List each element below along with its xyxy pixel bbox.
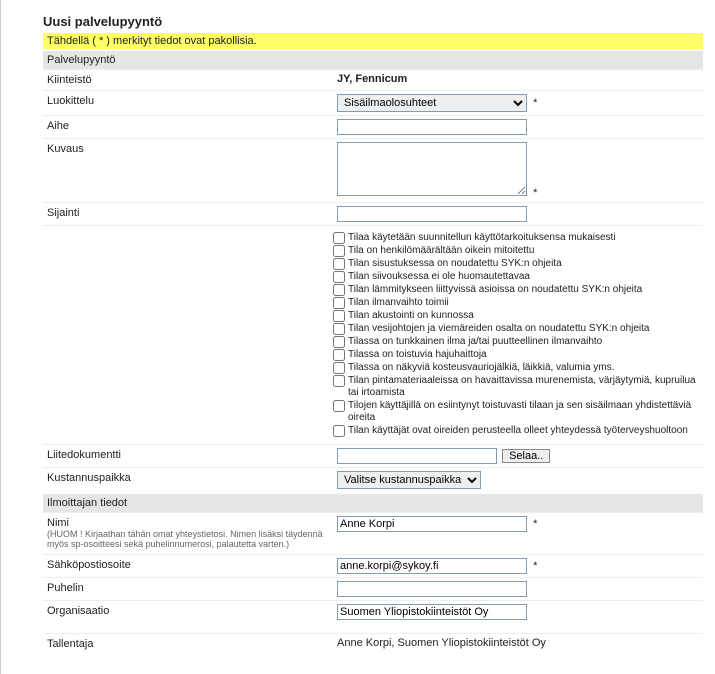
checklist-label: Tilan lämmitykseen liittyvissä asioissa …	[348, 284, 642, 296]
checklist-checkbox[interactable]	[333, 425, 345, 437]
checklist-checkbox[interactable]	[333, 284, 345, 296]
sijainti-input[interactable]	[337, 206, 527, 222]
checklist-item: Tilassa on näkyviä kosteusvauriojälkiä, …	[333, 362, 703, 375]
checklist-item: Tilaa käytetään suunnitellun käyttötarko…	[333, 232, 703, 245]
required-star: *	[533, 518, 537, 530]
browse-button[interactable]: Selaa..	[502, 449, 550, 463]
row-sijainti: Sijainti	[43, 202, 703, 225]
checklist-checkbox[interactable]	[333, 400, 345, 412]
page-title: Uusi palvelupyyntö	[43, 14, 703, 29]
label-aihe: Aihe	[43, 118, 333, 134]
checklist-item: Tilan vesijohtojen ja viemäreiden osalta…	[333, 323, 703, 336]
checklist-item: Tilan akustointi on kunnossa	[333, 310, 703, 323]
checklist-checkbox[interactable]	[333, 349, 345, 361]
row-tallentaja: Tallentaja Anne Korpi, Suomen Yliopistok…	[43, 633, 703, 654]
row-kustannus: Kustannuspaikka Valitse kustannuspaikka	[43, 467, 703, 492]
puhelin-input[interactable]	[337, 581, 527, 597]
checklist-item: Tilassa on tunkkainen ilma ja/tai puutte…	[333, 336, 703, 349]
row-aihe: Aihe	[43, 115, 703, 138]
checklist-checkbox[interactable]	[333, 362, 345, 374]
label-puhelin: Puhelin	[43, 580, 333, 596]
value-kiinteisto: JY, Fennicum	[337, 73, 407, 85]
checklist-item: Tila on henkilömäärältään oikein mitoite…	[333, 245, 703, 258]
checklist-checkbox[interactable]	[333, 271, 345, 283]
checklist-checkbox[interactable]	[333, 245, 345, 257]
checklist-label: Tilaa käytetään suunnitellun käyttötarko…	[348, 232, 616, 244]
label-tallentaja: Tallentaja	[43, 636, 333, 652]
checklist-checkbox[interactable]	[333, 336, 345, 348]
row-checklist: Tilaa käytetään suunnitellun käyttötarko…	[43, 225, 703, 444]
label-liite: Liitedokumentti	[43, 447, 333, 463]
checklist-label: Tilan ilmanvaihto toimii	[348, 297, 449, 309]
checklist-label: Tilan sisustuksessa on noudatettu SYK:n …	[348, 258, 562, 270]
checklist-checkbox[interactable]	[333, 310, 345, 322]
checklist-item: Tilan käyttäjät ovat oireiden perusteell…	[333, 425, 703, 438]
checklist-checkbox[interactable]	[333, 375, 345, 387]
email-input[interactable]	[337, 558, 527, 574]
checklist-checkbox[interactable]	[333, 323, 345, 335]
kuvaus-textarea[interactable]	[337, 142, 527, 196]
label-nimi: Nimi	[47, 517, 69, 529]
checklist-item: Tilan pintamateriaaleissa on havaittavis…	[333, 375, 703, 400]
row-kiinteisto: Kiinteistö JY, Fennicum	[43, 69, 703, 90]
checklist-item: Tilassa on toistuvia hajuhaittoja	[333, 349, 703, 362]
checklist-label: Tilan siivouksessa ei ole huomautettavaa	[348, 271, 530, 283]
kustannus-select[interactable]: Valitse kustannuspaikka	[337, 471, 481, 489]
label-checklist	[43, 228, 333, 232]
checklist-label: Tilan akustointi on kunnossa	[348, 310, 474, 322]
org-input[interactable]	[337, 604, 527, 620]
required-star: *	[533, 97, 537, 109]
label-nimi-sub: (HUOM ! Kirjaathan tähän omat yhteystiet…	[47, 530, 329, 550]
checklist-label: Tilassa on toistuvia hajuhaittoja	[348, 349, 487, 361]
row-liite: Liitedokumentti Selaa..	[43, 444, 703, 467]
nimi-input[interactable]	[337, 516, 527, 532]
liite-path-input[interactable]	[337, 448, 497, 464]
label-kustannus: Kustannuspaikka	[43, 470, 333, 486]
value-tallentaja: Anne Korpi, Suomen Yliopistokiinteistöt …	[333, 636, 703, 650]
checklist-item: Tilan sisustuksessa on noudatettu SYK:n …	[333, 258, 703, 271]
label-email: Sähköpostiosoite	[43, 557, 333, 573]
checklist-label: Tilan vesijohtojen ja viemäreiden osalta…	[348, 323, 650, 335]
checklist-item: Tilojen käyttäjillä on esiintynyt toistu…	[333, 400, 703, 425]
luokittelu-select[interactable]: Sisäilmaolosuhteet	[337, 94, 527, 112]
label-luokittelu: Luokittelu	[43, 93, 333, 109]
checklist-label: Tilan käyttäjät ovat oireiden perusteell…	[348, 425, 688, 437]
label-kuvaus: Kuvaus	[43, 141, 333, 157]
checklist-checkbox[interactable]	[333, 297, 345, 309]
aihe-input[interactable]	[337, 119, 527, 135]
row-luokittelu: Luokittelu Sisäilmaolosuhteet *	[43, 90, 703, 115]
checklist-label: Tilojen käyttäjillä on esiintynyt toistu…	[348, 400, 703, 424]
label-org: Organisaatio	[43, 603, 333, 619]
row-email: Sähköpostiosoite *	[43, 554, 703, 577]
row-nimi: Nimi (HUOM ! Kirjaathan tähän omat yhtey…	[43, 512, 703, 554]
row-org: Organisaatio	[43, 600, 703, 623]
required-hint: Tähdellä ( * ) merkityt tiedot ovat pako…	[43, 33, 703, 49]
checklist-item: Tilan siivouksessa ei ole huomautettavaa	[333, 271, 703, 284]
checklist-checkbox[interactable]	[333, 232, 345, 244]
checklist-label: Tilan pintamateriaaleissa on havaittavis…	[348, 375, 703, 399]
required-star: *	[533, 560, 537, 572]
section-ilmoittaja: Ilmoittajan tiedot	[43, 494, 703, 512]
checklist-label: Tilassa on tunkkainen ilma ja/tai puutte…	[348, 336, 602, 348]
section-request: Palvelupyyntö	[43, 51, 703, 69]
checklist-label: Tila on henkilömäärältään oikein mitoite…	[348, 245, 534, 257]
label-kiinteisto: Kiinteistö	[43, 72, 333, 88]
row-kuvaus: Kuvaus *	[43, 138, 703, 202]
checklist-item: Tilan ilmanvaihto toimii	[333, 297, 703, 310]
checklist-label: Tilassa on näkyviä kosteusvauriojälkiä, …	[348, 362, 614, 374]
label-sijainti: Sijainti	[43, 205, 333, 221]
checklist-item: Tilan lämmitykseen liittyvissä asioissa …	[333, 284, 703, 297]
row-puhelin: Puhelin	[43, 577, 703, 600]
required-star: *	[533, 187, 537, 199]
checklist-checkbox[interactable]	[333, 258, 345, 270]
